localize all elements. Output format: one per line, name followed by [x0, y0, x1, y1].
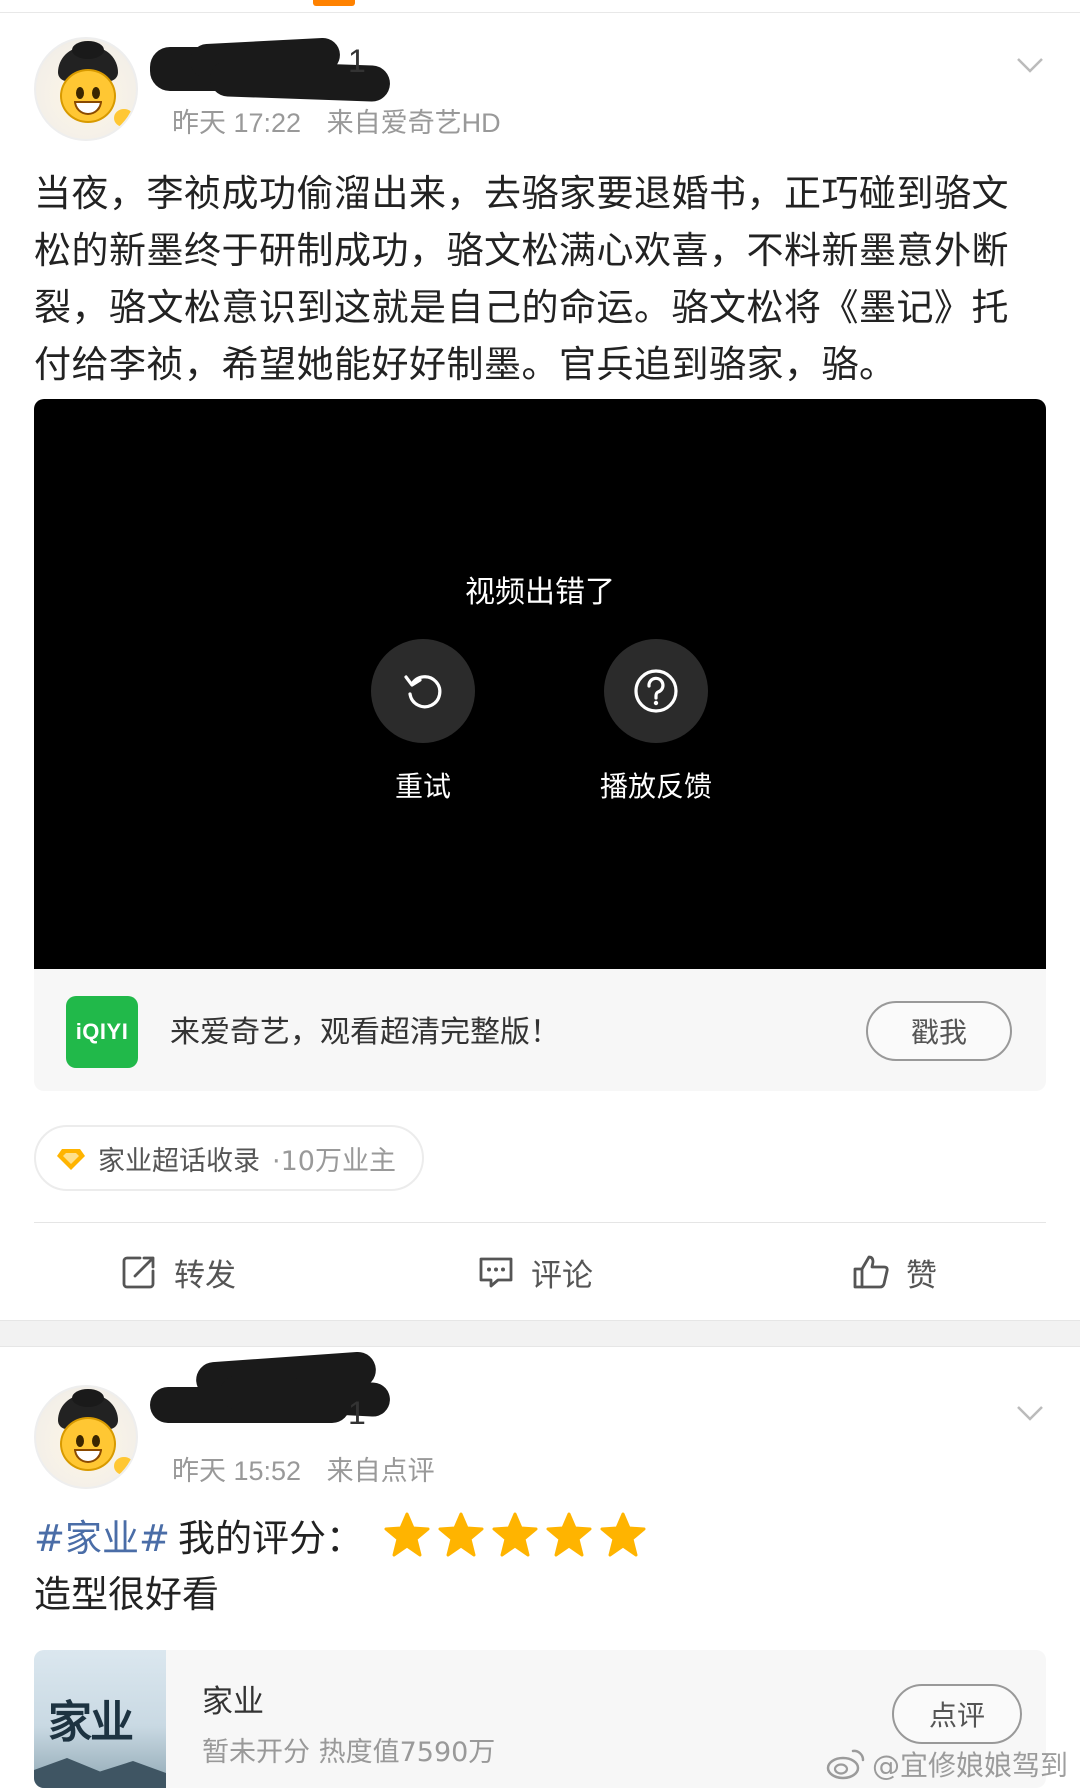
video-player[interactable]: 视频出错了 重试 播放反馈	[34, 399, 1046, 969]
promo-text: 来爱奇艺，观看超清完整版！	[170, 1015, 560, 1050]
super-topic-chip[interactable]: 家业超话收录 ·10万业主	[34, 1125, 424, 1191]
feedback-button[interactable]	[604, 639, 708, 743]
star-icon	[384, 1512, 430, 1557]
iqiyi-promo-bar[interactable]: iQIYI 来爱奇艺，观看超清完整版！ 戳我	[34, 969, 1046, 1091]
star-icon	[546, 1512, 592, 1557]
rating-stars	[383, 1511, 647, 1559]
action-divider	[34, 1222, 1046, 1223]
diamond-icon	[57, 1149, 85, 1170]
like-button[interactable]: 赞	[852, 1242, 937, 1302]
rating-label: 我的评分：	[178, 1517, 364, 1560]
comment-button[interactable]: 评论	[477, 1242, 593, 1302]
iqiyi-logo: iQIYI	[66, 996, 138, 1068]
retry-label: 重试	[394, 770, 451, 803]
avatar[interactable]	[34, 37, 138, 141]
post-meta: 昨天 17:22 来自爱奇艺HD	[172, 101, 501, 140]
comment-label: 评论	[531, 1257, 593, 1294]
repost-label: 转发	[174, 1257, 236, 1294]
movie-title: 家业	[202, 1684, 264, 1720]
topic-count: ·10万业主	[272, 1145, 396, 1177]
weibo-logo-icon	[826, 1749, 865, 1780]
star-icon	[600, 1512, 646, 1557]
post-source[interactable]: 来自爱奇艺HD	[327, 108, 501, 138]
promo-button[interactable]: 戳我	[866, 1001, 1012, 1061]
retry-button[interactable]	[371, 639, 475, 743]
active-tab-indicator	[313, 0, 355, 6]
star-icon	[492, 1512, 538, 1557]
chevron-down-icon[interactable]	[1016, 51, 1044, 79]
post-time: 昨天 15:52	[172, 1456, 302, 1486]
star-icon	[438, 1512, 484, 1557]
repost-button[interactable]: 转发	[120, 1242, 236, 1302]
comment-icon	[479, 1257, 513, 1288]
repost-icon	[122, 1256, 155, 1289]
post-body-text: 当夜，李祯成功偷溜出来，去骆家要退婚书，正巧碰到骆文松的新墨终于研制成功，骆文松…	[34, 172, 1009, 386]
chevron-down-icon[interactable]	[1016, 1399, 1044, 1427]
username-suffix: 1	[348, 1395, 366, 1431]
movie-info: 暂未开分 热度值7590万	[202, 1737, 496, 1768]
movie-poster: 家业	[34, 1650, 166, 1788]
watermark-text: @宜修娘娘驾到	[871, 1749, 1068, 1782]
avatar[interactable]	[34, 1385, 138, 1489]
retry-icon	[404, 675, 442, 709]
thumbs-up-icon	[853, 1255, 889, 1289]
video-error-message: 视频出错了	[465, 575, 615, 610]
like-label: 赞	[906, 1257, 937, 1294]
post-source[interactable]: 来自点评	[327, 1456, 435, 1486]
poster-title: 家业	[48, 1697, 134, 1748]
topic-name: 家业超话收录	[98, 1145, 260, 1177]
username-suffix: 1	[348, 43, 366, 79]
post-time: 昨天 17:22	[172, 108, 302, 138]
post-meta: 昨天 15:52 来自点评	[172, 1449, 435, 1488]
question-icon	[634, 669, 678, 713]
review-button[interactable]: 点评	[892, 1684, 1022, 1744]
hashtag-link[interactable]: #家业#	[34, 1508, 170, 1562]
watermark: @宜修娘娘驾到	[826, 1744, 1068, 1784]
post-separator	[0, 1320, 1080, 1347]
post-body-text: 造型很好看	[34, 1573, 219, 1616]
rating-line: #家业# 我的评分：	[34, 1505, 647, 1565]
feedback-label: 播放反馈	[599, 770, 712, 803]
